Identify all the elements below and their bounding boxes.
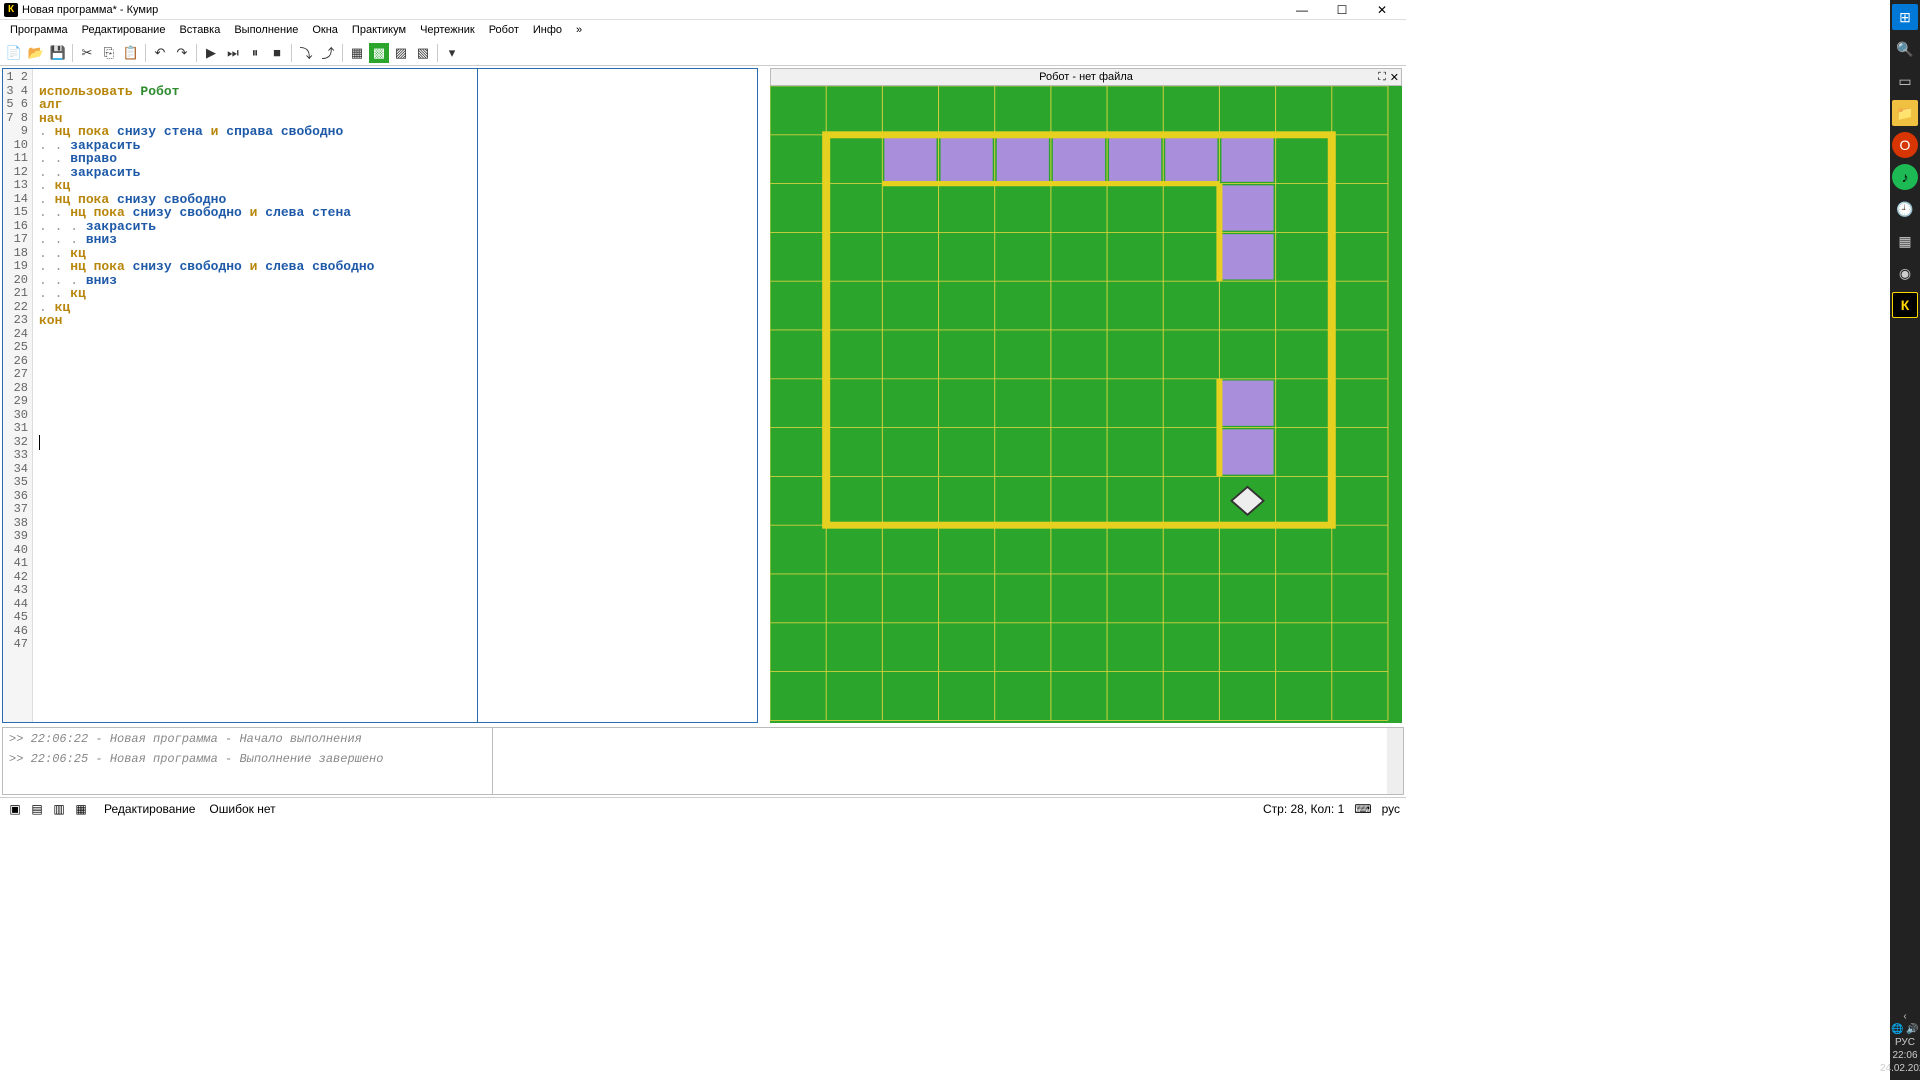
toolbar: 📄📂💾 ✂⎘📋 ↶↷ ▶⏭⏸■ ⤵⤴ ▦▩▨▧ ▾	[0, 40, 1406, 66]
toolbar-copy-icon[interactable]: ⎘	[99, 43, 119, 63]
toolbar-grid3-icon[interactable]: ▨	[391, 43, 411, 63]
app-icon: К	[4, 3, 18, 17]
tray-date: 24.02.2021	[1880, 1063, 1920, 1074]
status-icon-2[interactable]: ▤	[28, 801, 46, 817]
toolbar-cut-icon[interactable]: ✂	[77, 43, 97, 63]
tray-network-icon[interactable]: 🌐 🔊	[1891, 1024, 1919, 1035]
toolbar-pattern-icon[interactable]: ▧	[413, 43, 433, 63]
line-gutter: 1 2 3 4 5 6 7 8 9 10 11 12 13 14 15 16 1…	[3, 69, 33, 722]
clock-icon[interactable]: 🕘	[1892, 196, 1918, 222]
menu-Вставка[interactable]: Вставка	[173, 22, 226, 38]
menu-Чертежник[interactable]: Чертежник	[414, 22, 481, 38]
menu-Программа[interactable]: Программа	[4, 22, 74, 38]
toolbar-grid2-icon[interactable]: ▩	[369, 43, 389, 63]
kumir-taskbar-icon[interactable]: К	[1892, 292, 1918, 318]
menu-»[interactable]: »	[570, 22, 588, 38]
menu-Робот[interactable]: Робот	[483, 22, 525, 38]
toolbar-redo-icon[interactable]: ↷	[172, 43, 192, 63]
windows-taskbar: ⊞ 🔍 ▭ 📁 O ♪ 🕘 ▦ ◉ К ‹ 🌐 🔊 РУС 22:06 24.0…	[1890, 0, 1920, 1080]
calc-icon[interactable]: ▦	[1892, 228, 1918, 254]
console-scrollbar[interactable]	[1387, 728, 1403, 794]
menu-bar: ПрограммаРедактированиеВставкаВыполнение…	[0, 20, 1406, 40]
menu-Редактирование[interactable]: Редактирование	[76, 22, 172, 38]
toolbar-open-icon[interactable]: 📂	[26, 43, 46, 63]
taskview-icon[interactable]: ▭	[1892, 68, 1918, 94]
code-editor[interactable]: 1 2 3 4 5 6 7 8 9 10 11 12 13 14 15 16 1…	[2, 68, 758, 723]
console-line: >> 22:06:22 - Новая программа - Начало в…	[9, 732, 486, 746]
status-mode: Редактирование	[104, 802, 195, 816]
title-bar: К Новая программа* - Кумир — ☐ ✕	[0, 0, 1406, 20]
toolbar-more-icon[interactable]: ▾	[442, 43, 462, 63]
minimize-button[interactable]: —	[1282, 0, 1322, 20]
maximize-button[interactable]: ☐	[1322, 0, 1362, 20]
toolbar-step-into-icon[interactable]: ⤴	[318, 43, 338, 63]
toolbar-stop-icon[interactable]: ■	[267, 43, 287, 63]
toolbar-undo-icon[interactable]: ↶	[150, 43, 170, 63]
status-errors: Ошибок нет	[209, 802, 275, 816]
status-icon-3[interactable]: ▥	[50, 801, 68, 817]
menu-Выполнение[interactable]: Выполнение	[228, 22, 304, 38]
start-button[interactable]: ⊞	[1892, 4, 1918, 30]
editor-side-panel	[477, 69, 757, 722]
toolbar-new-icon[interactable]: 📄	[4, 43, 24, 63]
status-bar: ▣ ▤ ▥ ▦ Редактирование Ошибок нет Стр: 2…	[0, 797, 1406, 819]
search-icon[interactable]: 🔍	[1892, 36, 1918, 62]
toolbar-step-icon[interactable]: ⏭	[223, 43, 243, 63]
menu-Окна[interactable]: Окна	[306, 22, 344, 38]
steam-icon[interactable]: ◉	[1892, 260, 1918, 286]
status-cursor-pos: Стр: 28, Кол: 1	[1263, 802, 1344, 816]
status-lang: рус	[1382, 802, 1400, 816]
system-tray[interactable]: ‹ 🌐 🔊 РУС 22:06 24.02.2021	[1880, 1011, 1920, 1080]
toolbar-run-icon[interactable]: ▶	[201, 43, 221, 63]
status-icon-1[interactable]: ▣	[6, 801, 24, 817]
menu-Инфо[interactable]: Инфо	[527, 22, 568, 38]
opera-icon[interactable]: O	[1892, 132, 1918, 158]
toolbar-pause-icon[interactable]: ⏸	[245, 43, 265, 63]
toolbar-grid1-icon[interactable]: ▦	[347, 43, 367, 63]
close-button[interactable]: ✕	[1362, 0, 1402, 20]
explorer-icon[interactable]: 📁	[1892, 100, 1918, 126]
code-area[interactable]: использовать Робот алг нач . нц пока сни…	[33, 69, 477, 722]
status-keyboard-icon: ⌨	[1354, 802, 1371, 816]
tray-lang[interactable]: РУС	[1895, 1037, 1915, 1048]
menu-Практикум[interactable]: Практикум	[346, 22, 412, 38]
robot-maximize-icon[interactable]: ⛶	[1378, 71, 1386, 84]
toolbar-paste-icon[interactable]: 📋	[121, 43, 141, 63]
robot-panel-title: Робот - нет файла	[1039, 71, 1133, 83]
status-icon-4[interactable]: ▦	[72, 801, 90, 817]
robot-field[interactable]	[770, 86, 1402, 723]
console-line: >> 22:06:25 - Новая программа - Выполнен…	[9, 752, 486, 766]
tray-time: 22:06	[1892, 1050, 1917, 1061]
spotify-icon[interactable]: ♪	[1892, 164, 1918, 190]
window-title: Новая программа* - Кумир	[22, 4, 158, 16]
toolbar-save-icon[interactable]: 💾	[48, 43, 68, 63]
tray-chevron-icon[interactable]: ‹	[1903, 1011, 1906, 1022]
robot-panel-title-bar: Робот - нет файла ⛶ ✕	[770, 68, 1402, 86]
toolbar-step-over-icon[interactable]: ⤵	[296, 43, 316, 63]
output-console[interactable]: >> 22:06:22 - Новая программа - Начало в…	[2, 727, 1404, 795]
robot-close-icon[interactable]: ✕	[1390, 71, 1399, 84]
